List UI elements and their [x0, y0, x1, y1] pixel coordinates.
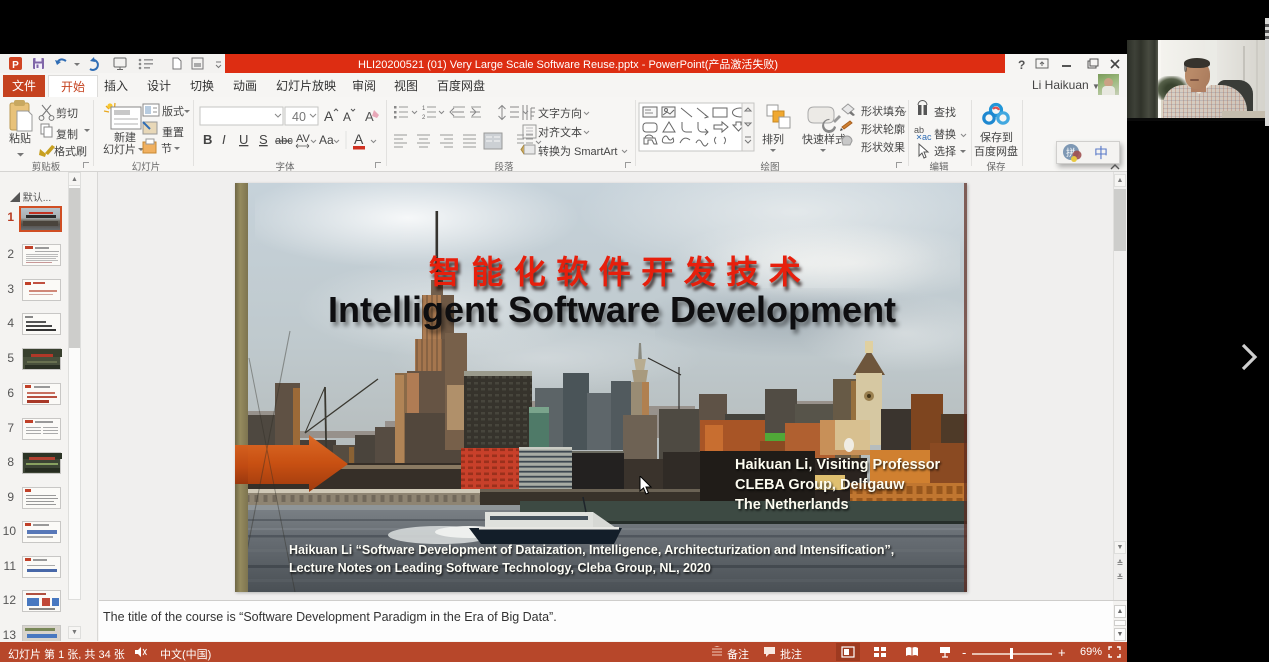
- svg-text:快速样式: 快速样式: [802, 132, 846, 146]
- svg-text:形状填充: 形状填充: [861, 104, 905, 118]
- svg-text:选择: 选择: [934, 144, 956, 158]
- svg-text:转换为 SmartArt: 转换为 SmartArt: [538, 144, 617, 158]
- svg-text:P: P: [12, 60, 19, 71]
- svg-text:版式: 版式: [162, 104, 184, 118]
- svg-text:重置: 重置: [162, 125, 184, 139]
- svg-text:40: 40: [292, 110, 306, 124]
- svg-text:查找: 查找: [934, 105, 956, 119]
- svg-text:I: I: [222, 132, 226, 147]
- svg-text:AV: AV: [296, 133, 311, 145]
- svg-text:幻灯片: 幻灯片: [103, 143, 136, 156]
- svg-text:形状效果: 形状效果: [861, 140, 905, 154]
- svg-text:复制: 复制: [56, 127, 78, 141]
- svg-text:B: B: [203, 132, 212, 147]
- svg-text:A: A: [365, 109, 374, 124]
- svg-text:Aa: Aa: [319, 133, 334, 147]
- svg-text:1: 1: [422, 106, 426, 112]
- svg-text:abc: abc: [275, 135, 293, 147]
- svg-text:U: U: [239, 132, 248, 147]
- svg-text:对齐文本: 对齐文本: [538, 125, 582, 139]
- svg-text:百度网盘: 百度网盘: [974, 144, 1018, 158]
- svg-text:格式刷: 格式刷: [54, 144, 87, 158]
- svg-text:S: S: [259, 132, 268, 147]
- svg-text:形状轮廓: 形状轮廓: [861, 122, 905, 136]
- svg-text:粘贴: 粘贴: [9, 131, 31, 145]
- svg-text:ac: ac: [922, 132, 932, 142]
- svg-text:节: 节: [161, 142, 172, 155]
- svg-text:A: A: [343, 110, 351, 124]
- svg-text:2: 2: [422, 115, 426, 121]
- svg-text:文字方向: 文字方向: [538, 106, 582, 120]
- svg-text:保存到: 保存到: [980, 130, 1013, 144]
- svg-text:排列: 排列: [762, 132, 784, 146]
- svg-text:剪切: 剪切: [56, 106, 78, 120]
- svg-text:A: A: [324, 108, 334, 124]
- svg-text:替换: 替换: [934, 127, 956, 141]
- svg-text:中: 中: [1094, 145, 1108, 161]
- svg-text:?: ?: [1018, 58, 1025, 72]
- svg-text:新建: 新建: [114, 130, 136, 144]
- svg-text:A: A: [354, 131, 364, 147]
